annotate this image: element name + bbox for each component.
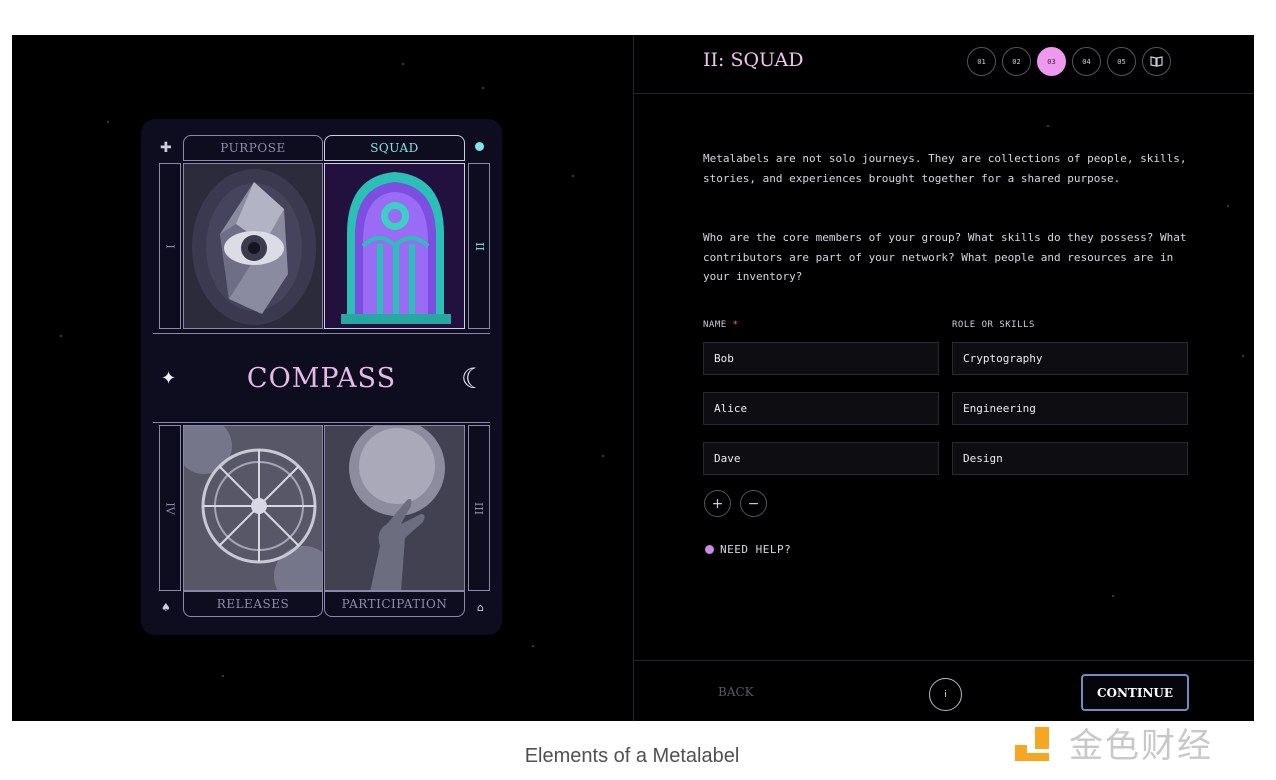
step-02-button[interactable]: 02 — [1002, 47, 1031, 76]
eye-crystal-icon — [192, 169, 316, 325]
step-01-button[interactable]: 01 — [967, 47, 996, 76]
numeral-label: IV — [163, 501, 177, 515]
gothic-window-icon — [325, 164, 464, 328]
step-indicator: 01 02 03 04 05 — [967, 47, 1171, 76]
member-role-field[interactable]: Design — [952, 442, 1188, 475]
plus-icon: + — [711, 495, 724, 512]
panel-footer: BACK i CONTINUE — [634, 660, 1254, 721]
squad-art — [324, 163, 465, 329]
help-label: NEED HELP? — [720, 543, 792, 556]
field-value: Cryptography — [963, 352, 1043, 365]
watermark-text: 金色财经 — [1069, 726, 1213, 766]
member-role-field[interactable]: Cryptography — [952, 342, 1188, 375]
tab-squad-label: SQUAD — [370, 141, 419, 155]
continue-button[interactable]: CONTINUE — [1081, 674, 1189, 711]
numeral-bar-right-bottom: III — [468, 425, 490, 591]
numeral-label: I — [163, 243, 177, 249]
minus-icon: − — [747, 495, 760, 512]
compass-card: ✚ ♠ ⌂ PURPOSE SQUAD I II IV III ✦ COMPAS… — [141, 119, 502, 635]
member-name-field[interactable]: Bob — [703, 342, 939, 375]
add-member-button[interactable]: + — [704, 490, 731, 517]
tab-squad[interactable]: SQUAD — [324, 135, 465, 161]
participation-art — [324, 425, 465, 591]
numeral-bar-left-top: I — [159, 163, 181, 329]
tab-participation-label: PARTICIPATION — [341, 597, 448, 611]
name-column-label: NAME * — [703, 320, 739, 330]
spade-icon: ♠ — [161, 601, 171, 614]
field-value: Dave — [714, 452, 741, 465]
tab-purpose-label: PURPOSE — [220, 141, 286, 155]
step-04-button[interactable]: 04 — [1072, 47, 1101, 76]
need-help-link[interactable]: NEED HELP? — [705, 543, 791, 556]
help-icon — [705, 545, 714, 554]
compass-band: ✦ COMPASS ☾ — [153, 333, 490, 423]
tab-participation[interactable]: PARTICIPATION — [324, 591, 465, 617]
purpose-art — [183, 163, 323, 329]
member-name-field[interactable]: Dave — [703, 442, 939, 475]
releases-art — [183, 425, 323, 591]
field-value: Alice — [714, 402, 748, 415]
panel-header: II: SQUAD 01 02 03 04 05 — [634, 35, 1254, 94]
intro-paragraph: Metalabels are not solo journeys. They a… — [703, 152, 1187, 185]
numeral-bar-left-bottom: IV — [159, 425, 181, 591]
numeral-label: III — [472, 501, 486, 515]
field-value: Bob — [714, 352, 734, 365]
squad-form-panel: II: SQUAD 01 02 03 04 05 Metalabels are … — [633, 35, 1254, 721]
dot-icon — [475, 142, 484, 151]
compass-preview-panel: ✚ ♠ ⌂ PURPOSE SQUAD I II IV III ✦ COMPAS… — [12, 35, 633, 721]
role-column-label: ROLE OR SKILLS — [952, 320, 1035, 330]
required-mark: * — [732, 320, 739, 330]
info-icon: i — [944, 689, 947, 700]
step-label: 02 — [1012, 57, 1021, 66]
field-value: Design — [963, 452, 1003, 465]
remove-member-button[interactable]: − — [740, 490, 767, 517]
step-label: 04 — [1082, 57, 1091, 66]
app-frame: ✚ ♠ ⌂ PURPOSE SQUAD I II IV III ✦ COMPAS… — [12, 35, 1254, 721]
crescent-moon-icon: ☾ — [460, 361, 486, 395]
watermark-logo-icon — [1015, 726, 1049, 761]
club-icon: ✚ — [160, 140, 172, 156]
house-icon: ⌂ — [477, 601, 484, 614]
tab-releases[interactable]: RELEASES — [183, 591, 323, 617]
wheel-icon — [184, 426, 322, 590]
continue-label: CONTINUE — [1096, 685, 1174, 700]
guide-book-button[interactable] — [1142, 47, 1171, 76]
name-label-text: NAME — [703, 320, 727, 330]
step-label: 05 — [1117, 57, 1126, 66]
step-03-button[interactable]: 03 — [1037, 47, 1066, 76]
tab-releases-label: RELEASES — [216, 597, 290, 611]
questions-paragraph: Who are the core members of your group? … — [703, 231, 1187, 283]
member-role-field[interactable]: Engineering — [952, 392, 1188, 425]
compass-title: COMPASS — [246, 362, 397, 394]
watermark: 金色财经 — [1013, 718, 1213, 767]
member-name-field[interactable]: Alice — [703, 392, 939, 425]
step-label: 01 — [977, 57, 986, 66]
book-icon — [1150, 56, 1163, 67]
panel-title: II: SQUAD — [703, 49, 804, 71]
sparkle-icon: ✦ — [161, 367, 177, 389]
step-label: 03 — [1047, 57, 1056, 66]
numeral-bar-right-top: II — [468, 163, 490, 329]
field-value: Engineering — [963, 402, 1036, 415]
info-button[interactable]: i — [929, 678, 962, 711]
hand-moon-icon — [325, 426, 464, 590]
tab-purpose[interactable]: PURPOSE — [183, 135, 323, 161]
step-05-button[interactable]: 05 — [1107, 47, 1136, 76]
numeral-label: II — [472, 241, 486, 251]
back-button[interactable]: BACK — [718, 685, 754, 699]
